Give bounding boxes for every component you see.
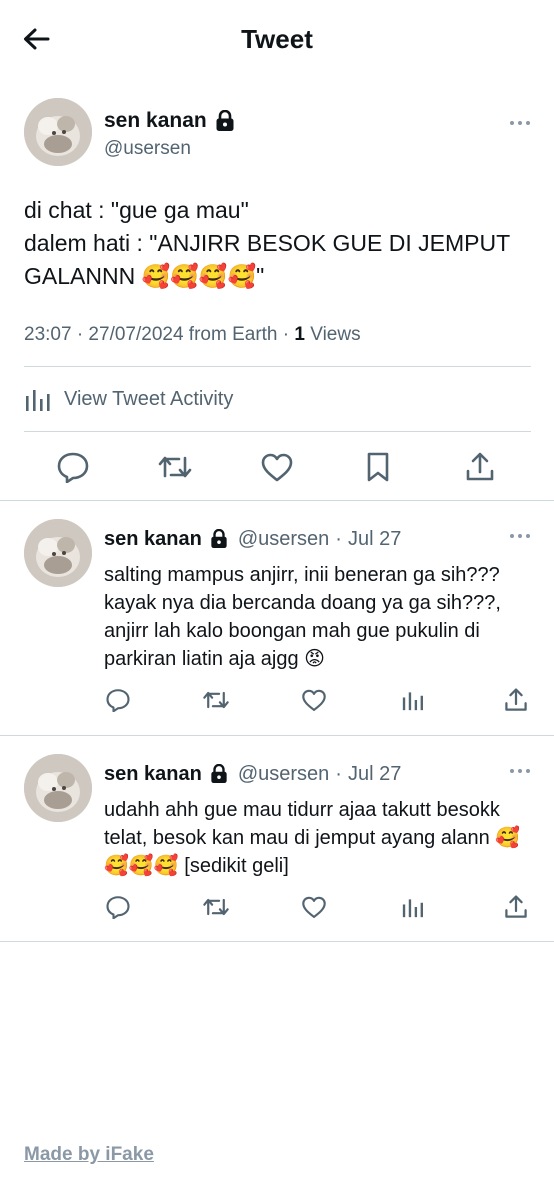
share-icon: [505, 688, 527, 711]
author-name-text: sen kanan: [104, 109, 207, 132]
bookmark-button[interactable]: [358, 447, 398, 487]
author-handle[interactable]: @usersen: [104, 138, 191, 160]
retweet-icon: [203, 691, 229, 709]
tweet-text-line: di chat : "gue ga mau": [24, 197, 249, 223]
share-button[interactable]: [460, 447, 500, 487]
like-icon: [302, 689, 326, 712]
activity-label: View Tweet Activity: [64, 387, 234, 410]
author-name[interactable]: sen kanan: [104, 109, 235, 133]
views-label: Views: [304, 324, 361, 345]
reply-text: udahh ahh gue mau tidurr ajaa takutt bes…: [104, 799, 521, 877]
lock-icon: [211, 764, 227, 783]
reply-actions: [0, 891, 554, 927]
reply-icon: [57, 452, 89, 483]
divider: [24, 366, 531, 367]
avatar[interactable]: [24, 754, 92, 822]
tweet-text: di chat : "gue ga mau" dalem hati : "ANJ…: [24, 194, 524, 293]
reply-button[interactable]: [102, 891, 134, 923]
avatar[interactable]: [24, 519, 92, 587]
separator-dot: ·: [335, 528, 342, 550]
like-button[interactable]: [298, 684, 330, 716]
reply-tweet[interactable]: sen kanan @usersen · Jul 27 udahh ahh gu…: [0, 736, 554, 941]
analytics-icon: [402, 692, 423, 711]
retweet-icon: [203, 898, 229, 916]
share-button[interactable]: [500, 684, 532, 716]
author-handle[interactable]: @usersen: [238, 762, 329, 786]
reply-header: sen kanan @usersen · Jul 27: [104, 762, 401, 786]
like-icon: [261, 453, 293, 482]
retweet-icon: [158, 456, 192, 478]
reply-header: sen kanan @usersen · Jul 27: [104, 527, 401, 551]
separator-dot: ·: [335, 763, 342, 785]
tweet-meta: 23:07 · 27/07/2024 from Earth · 1 Views: [24, 323, 361, 347]
timestamp-source: 23:07 · 27/07/2024 from Earth ·: [24, 324, 295, 345]
avatar-image: [24, 519, 92, 587]
reply-date: Jul 27: [347, 763, 402, 785]
reply-icon: [106, 896, 130, 919]
tweet-actions: [0, 444, 554, 500]
bookmark-icon: [367, 452, 389, 482]
retweet-button[interactable]: [155, 447, 195, 487]
analytics-button[interactable]: [397, 684, 429, 716]
share-icon: [505, 895, 527, 918]
more-options-icon[interactable]: [510, 120, 530, 126]
lock-icon: [216, 110, 234, 131]
reply-date: Jul 27: [347, 528, 402, 550]
divider: [24, 431, 531, 432]
reply-text: salting mampus anjirr, inii beneran ga s…: [104, 564, 501, 670]
tweet-text-line: dalem hati : "ANJIRR BESOK GUE DI JEMPUT…: [24, 230, 510, 289]
reply-button[interactable]: [53, 447, 93, 487]
analytics-icon: [402, 899, 423, 918]
avatar-image: [24, 754, 92, 822]
analytics-button[interactable]: [397, 891, 429, 923]
reply-icon: [106, 689, 130, 712]
share-button[interactable]: [500, 891, 532, 923]
author-name[interactable]: sen kanan: [104, 527, 202, 551]
author-name[interactable]: sen kanan: [104, 762, 202, 786]
share-icon: [466, 452, 494, 481]
page-title: Tweet: [241, 24, 313, 54]
avatar-image: [24, 98, 92, 166]
reply-actions: [0, 684, 554, 720]
made-by-link[interactable]: Made by iFake: [24, 1143, 154, 1167]
like-button[interactable]: [257, 447, 297, 487]
view-tweet-activity-button[interactable]: View Tweet Activity: [24, 384, 233, 414]
retweet-button[interactable]: [200, 684, 232, 716]
lock-icon: [211, 529, 227, 548]
reply-tweet[interactable]: sen kanan @usersen · Jul 27 salting mamp…: [0, 501, 554, 734]
divider: [0, 941, 554, 942]
avatar[interactable]: [24, 98, 92, 166]
like-icon: [302, 896, 326, 919]
like-button[interactable]: [298, 891, 330, 923]
views-count: 1: [294, 324, 305, 345]
more-options-icon[interactable]: [510, 533, 530, 539]
reply-button[interactable]: [102, 684, 134, 716]
author-handle[interactable]: @usersen: [238, 527, 329, 551]
more-options-icon[interactable]: [510, 768, 530, 774]
retweet-button[interactable]: [200, 891, 232, 923]
analytics-icon: [26, 390, 50, 411]
top-bar: Tweet: [0, 0, 554, 78]
